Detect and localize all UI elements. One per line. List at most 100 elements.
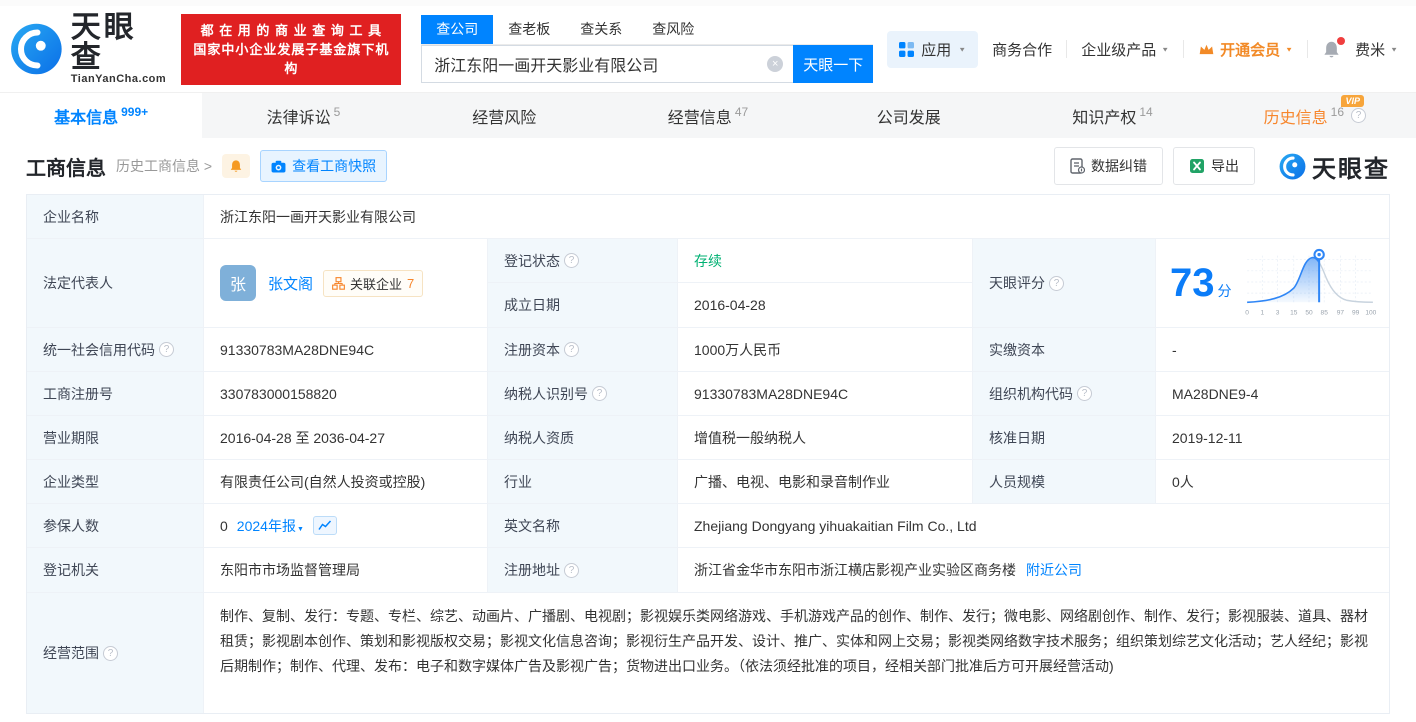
field-value-legal-rep: 张 张文阁 关联企业 7 (204, 239, 488, 328)
field-label-company-name: 企业名称 (27, 195, 204, 239)
tab-legal-litigation[interactable]: 法律诉讼 5 (202, 93, 404, 138)
svg-text:97: 97 (1337, 309, 1345, 316)
field-label-company-type: 企业类型 (27, 460, 204, 504)
org-chart-icon (332, 276, 345, 290)
notification-red-dot (1337, 36, 1346, 45)
camera-icon (271, 160, 286, 173)
related-companies-badge[interactable]: 关联企业 7 (323, 269, 424, 297)
svg-text:15: 15 (1290, 309, 1298, 316)
help-icon[interactable]: ? (1077, 386, 1092, 401)
history-business-info-link[interactable]: 历史工商信息 > (116, 156, 212, 176)
apps-menu[interactable]: 应用 ▼ (887, 30, 979, 68)
tianyancha-logo[interactable]: 天眼查 TianYanCha.com (10, 13, 167, 85)
field-label-taxpayer-id: 纳税人识别号 ? (488, 372, 678, 416)
search-tab-relation[interactable]: 查关系 (565, 15, 637, 44)
slogan-line1: 都 在 用 的 商 业 查 询 工 具 (200, 22, 383, 38)
slogan-badge: 都 在 用 的 商 业 查 询 工 具 国家中小企业发展子基金旗下机构 (181, 13, 402, 85)
notifications-button[interactable] (1322, 36, 1346, 59)
field-label-credit-code: 统一社会信用代码 ? (27, 328, 204, 372)
field-label-reg-number: 工商注册号 (27, 372, 204, 416)
field-value-paid-capital: - (1156, 328, 1389, 372)
svg-text:100: 100 (1365, 309, 1376, 316)
field-value-company-type: 有限责任公司(自然人投资或控股) (204, 460, 488, 504)
annual-report-link[interactable]: 2024年报▼ (237, 516, 304, 536)
field-label-industry: 行业 (488, 460, 678, 504)
search-tab-company[interactable]: 查公司 (421, 15, 494, 44)
caret-icon: ▼ (296, 525, 304, 533)
field-label-legal-rep: 法定代表人 (27, 239, 204, 328)
field-value-term: 2016-04-28 至 2036-04-27 (204, 416, 488, 460)
field-label-approval-date: 核准日期 (973, 416, 1156, 460)
field-value-credit-code: 91330783MA28DNE94C (204, 328, 488, 372)
score-unit: 分 (1217, 283, 1232, 299)
divider (1307, 40, 1309, 58)
view-snapshot-button[interactable]: 查看工商快照 (260, 150, 388, 182)
tab-company-development[interactable]: 公司发展 (809, 93, 1011, 138)
tab-history-info[interactable]: VIP 历史信息 16 ? (1214, 93, 1416, 138)
field-label-scope: 经营范围 ? (27, 593, 204, 713)
brand-name: 天眼查 (1312, 155, 1390, 183)
search-tab-boss[interactable]: 查老板 (493, 15, 565, 44)
tab-basic-info[interactable]: 基本信息 999+ (0, 93, 203, 138)
section-title: 工商信息 (26, 157, 106, 180)
field-value-score[interactable]: 73 分 0 1 3 15 50 85 97 99 100 (1156, 239, 1389, 328)
tab-intellectual-property[interactable]: 知识产权 14 (1011, 93, 1213, 138)
chevron-down-icon: ▼ (1285, 45, 1294, 53)
field-value-company-name: 浙江东阳一画开天影业有限公司 (204, 195, 1389, 239)
svg-text:50: 50 (1305, 309, 1313, 316)
monitor-bell-button[interactable] (222, 154, 251, 178)
field-label-reg-capital: 注册资本 ? (488, 328, 678, 372)
nav-business-cooperation[interactable]: 商务合作 (992, 39, 1052, 60)
logo-eye-icon (1279, 153, 1306, 179)
field-value-reg-status: 存续 (678, 239, 973, 283)
crown-icon (1199, 44, 1214, 55)
field-value-address: 浙江省金华市东阳市浙江横店影视产业实验区商务楼 附近公司 (678, 548, 1389, 593)
nearby-companies-link[interactable]: 附近公司 (1026, 560, 1082, 580)
bell-icon (230, 160, 242, 172)
help-icon[interactable]: ? (1049, 275, 1064, 291)
field-value-industry: 广播、电视、电影和录音制作业 (678, 460, 973, 504)
help-icon[interactable]: ? (1351, 108, 1367, 123)
logo-domain: TianYanCha.com (70, 73, 167, 85)
export-button[interactable]: 导出 (1173, 147, 1255, 185)
field-label-score: 天眼评分 ? (973, 239, 1156, 328)
username: 费米 (1355, 41, 1386, 59)
tab-operation-info[interactable]: 经营信息 47 (607, 93, 809, 138)
search-tab-risk[interactable]: 查风险 (637, 15, 709, 44)
help-icon[interactable]: ? (159, 342, 174, 357)
user-menu[interactable]: 费米 ▼ (1355, 39, 1398, 60)
field-value-reg-capital: 1000万人民币 (678, 328, 973, 372)
field-value-org-code: MA28DNE9-4 (1156, 372, 1389, 416)
legal-rep-avatar[interactable]: 张 (220, 265, 256, 301)
field-value-insured: 0 2024年报▼ (204, 504, 488, 548)
excel-icon (1190, 159, 1204, 173)
tab-operation-risk[interactable]: 经营风险 (405, 93, 607, 138)
chevron-down-icon: ▼ (958, 45, 967, 53)
help-icon[interactable]: ? (564, 253, 579, 268)
search-input[interactable] (421, 45, 794, 83)
business-registration-table: 企业名称 浙江东阳一画开天影业有限公司 法定代表人 张 张文阁 关联企业 7 登… (26, 194, 1390, 714)
help-icon[interactable]: ? (592, 386, 607, 401)
search-button[interactable]: 天眼一下 (793, 45, 874, 83)
help-icon[interactable]: ? (564, 562, 579, 578)
field-label-paid-capital: 实缴资本 (973, 328, 1156, 372)
score-number: 73 (1170, 261, 1215, 305)
field-label-address: 注册地址 ? (488, 548, 678, 593)
vip-upgrade-button[interactable]: 开通会员 ▼ (1198, 39, 1293, 60)
help-icon[interactable]: ? (103, 645, 118, 661)
grid-icon (899, 41, 915, 57)
slogan-line2: 国家中小企业发展子基金旗下机构 (193, 41, 390, 76)
logo-name: 天眼查 (70, 11, 137, 74)
nav-enterprise-products[interactable]: 企业级产品 ▼ (1081, 39, 1169, 60)
chevron-down-icon: ▼ (1390, 45, 1398, 53)
trend-line-icon (318, 520, 331, 530)
help-icon[interactable]: ? (564, 342, 579, 357)
field-label-taxpayer-quality: 纳税人资质 (488, 416, 678, 460)
company-section-tabs: 基本信息 999+ 法律诉讼 5 经营风险 经营信息 47 公司发展 知识产权 14 V… (0, 92, 1416, 138)
svg-text:3: 3 (1276, 309, 1280, 316)
data-correction-button[interactable]: 数据纠错 (1054, 147, 1163, 185)
trend-chart-button[interactable] (312, 516, 337, 535)
legal-rep-name-link[interactable]: 张文阁 (268, 273, 313, 294)
field-value-staff: 0人 (1156, 460, 1389, 504)
search-tabs: 查公司 查老板 查关系 查风险 (421, 15, 874, 45)
